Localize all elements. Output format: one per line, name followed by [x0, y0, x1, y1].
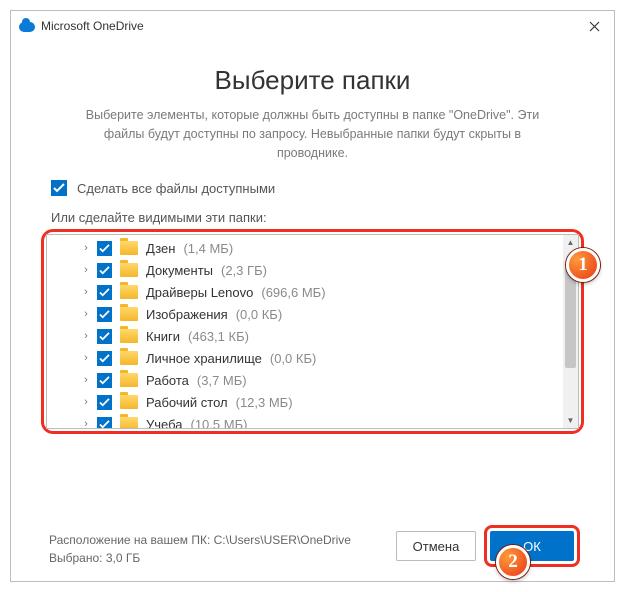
folder-size: (463,1 КБ): [188, 329, 249, 344]
chevron-right-icon[interactable]: ›: [81, 308, 91, 320]
folder-name: Документы: [146, 263, 213, 278]
folder-icon: [120, 373, 138, 387]
folder-icon: [120, 351, 138, 365]
folder-row[interactable]: › Рабочий стол (12,3 МБ): [47, 391, 563, 413]
chevron-right-icon[interactable]: ›: [81, 330, 91, 342]
folder-icon: [120, 329, 138, 343]
folder-name: Дзен: [146, 241, 175, 256]
selected-text: Выбрано: 3,0 ГБ: [49, 549, 351, 567]
footer-info: Расположение на вашем ПК: C:\Users\USER\…: [49, 531, 351, 567]
folder-size: (0,0 КБ): [236, 307, 282, 322]
scroll-up-button[interactable]: ▲: [563, 235, 578, 250]
location-text: Расположение на вашем ПК: C:\Users\USER\…: [49, 531, 351, 549]
folder-name: Рабочий стол: [146, 395, 228, 410]
scroll-thumb[interactable]: [565, 268, 576, 368]
folder-name: Изображения: [146, 307, 228, 322]
folder-name: Учеба: [146, 417, 183, 429]
checkbox-checked-icon[interactable]: [97, 263, 112, 278]
folder-size: (12,3 МБ): [236, 395, 293, 410]
checkbox-checked-icon[interactable]: [97, 417, 112, 429]
checkbox-checked-icon[interactable]: [97, 285, 112, 300]
chevron-right-icon[interactable]: ›: [81, 352, 91, 364]
folder-list-highlight: › Дзен (1,4 МБ) › Документы (2,3 ГБ) › Драйверы…: [41, 229, 584, 434]
dialog-buttons: Отмена ОК: [396, 525, 580, 567]
checkbox-checked-icon[interactable]: [97, 307, 112, 322]
chevron-right-icon[interactable]: ›: [81, 374, 91, 386]
chevron-right-icon[interactable]: ›: [81, 264, 91, 276]
folder-size: (696,6 МБ): [261, 285, 325, 300]
folder-size: (2,3 ГБ): [221, 263, 267, 278]
folder-name: Книги: [146, 329, 180, 344]
annotation-badge-1: 1: [566, 248, 600, 282]
chevron-right-icon[interactable]: ›: [81, 396, 91, 408]
folder-name: Работа: [146, 373, 189, 388]
folder-icon: [120, 241, 138, 255]
folder-row[interactable]: › Личное хранилище (0,0 КБ): [47, 347, 563, 369]
folder-size: (1,4 МБ): [183, 241, 233, 256]
close-button[interactable]: [574, 11, 614, 41]
folder-size: (10,5 МБ): [191, 417, 248, 429]
folder-name: Драйверы Lenovo: [146, 285, 253, 300]
folder-row[interactable]: › Драйверы Lenovo (696,6 МБ): [47, 281, 563, 303]
titlebar: Microsoft OneDrive: [11, 11, 614, 41]
checkbox-checked-icon[interactable]: [97, 351, 112, 366]
chevron-right-icon[interactable]: ›: [81, 286, 91, 298]
checkbox-checked-icon[interactable]: [97, 329, 112, 344]
folder-tree: › Дзен (1,4 МБ) › Документы (2,3 ГБ) › Драйверы…: [47, 235, 563, 428]
checkbox-checked-icon[interactable]: [97, 395, 112, 410]
folder-row[interactable]: › Дзен (1,4 МБ): [47, 237, 563, 259]
window-title: Microsoft OneDrive: [41, 19, 144, 33]
scroll-down-button[interactable]: ▼: [563, 413, 578, 428]
make-all-label: Сделать все файлы доступными: [77, 181, 275, 196]
chevron-right-icon[interactable]: ›: [81, 418, 91, 428]
onedrive-dialog: Microsoft OneDrive Выберите папки Выбери…: [10, 10, 615, 582]
folder-row[interactable]: › Книги (463,1 КБ): [47, 325, 563, 347]
checkbox-checked-icon[interactable]: [97, 241, 112, 256]
page-title: Выберите папки: [45, 65, 580, 96]
visible-folders-label: Или сделайте видимыми эти папки:: [51, 210, 580, 225]
folder-row[interactable]: › Изображения (0,0 КБ): [47, 303, 563, 325]
annotation-badge-2: 2: [496, 545, 530, 579]
folder-row[interactable]: › Документы (2,3 ГБ): [47, 259, 563, 281]
folder-icon: [120, 263, 138, 277]
make-all-checkbox-row[interactable]: Сделать все файлы доступными: [51, 180, 580, 196]
folder-size: (0,0 КБ): [270, 351, 316, 366]
folder-row[interactable]: › Работа (3,7 МБ): [47, 369, 563, 391]
checkbox-checked-icon[interactable]: [97, 373, 112, 388]
folder-icon: [120, 285, 138, 299]
dialog-content: Выберите папки Выберите элементы, которы…: [11, 41, 614, 434]
folder-size: (3,7 МБ): [197, 373, 247, 388]
folder-icon: [120, 307, 138, 321]
folder-icon: [120, 417, 138, 428]
cancel-button[interactable]: Отмена: [396, 531, 476, 561]
checkbox-checked-icon: [51, 180, 67, 196]
chevron-right-icon[interactable]: ›: [81, 242, 91, 254]
folder-icon: [120, 395, 138, 409]
folder-name: Личное хранилище: [146, 351, 262, 366]
onedrive-icon: [19, 20, 35, 32]
folder-list: › Дзен (1,4 МБ) › Документы (2,3 ГБ) › Драйверы…: [46, 234, 579, 429]
folder-row[interactable]: › Учеба (10,5 МБ): [47, 413, 563, 428]
description-text: Выберите элементы, которые должны быть д…: [68, 106, 558, 162]
